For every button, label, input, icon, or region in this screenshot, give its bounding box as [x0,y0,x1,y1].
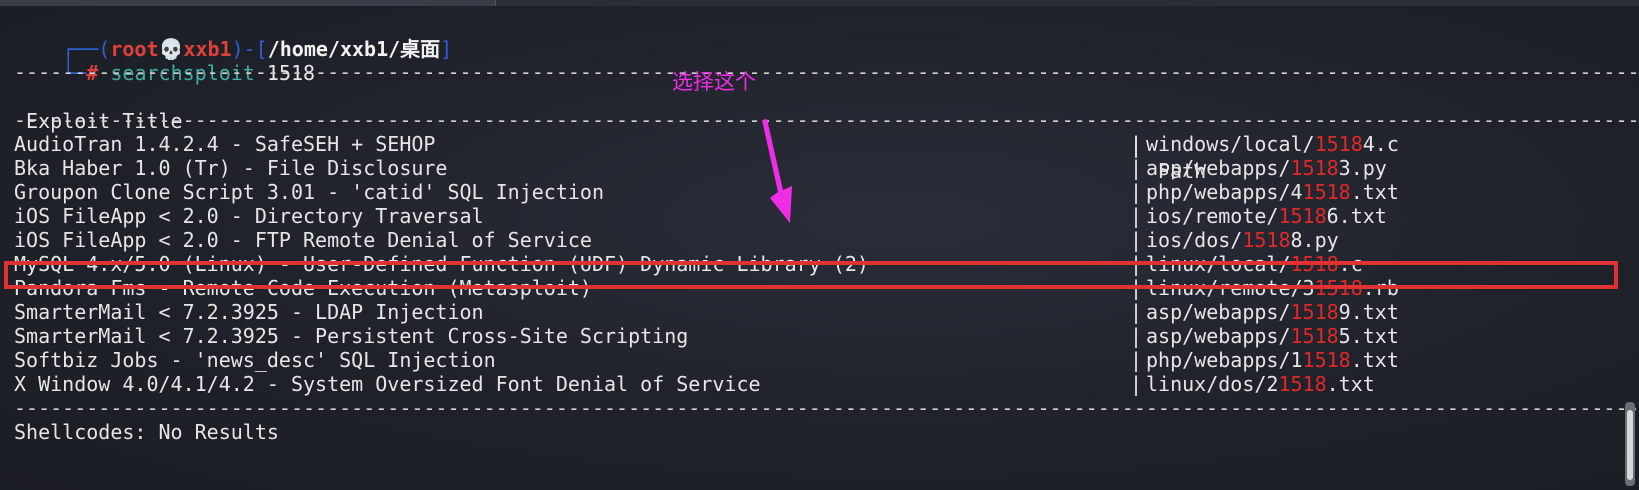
path-prefix: linux/dos/2 [1146,372,1279,396]
path-suffix: 5.txt [1338,324,1399,348]
search-match: 1518 [1302,180,1351,204]
exploit-path: asp/webapps/15185.txt [1146,324,1399,349]
exploit-path: ios/remote/15186.txt [1146,204,1387,229]
path-suffix: .txt [1326,372,1375,396]
tab-bar [0,0,1639,6]
table-row: iOS FileApp < 2.0 - FTP Remote Denial of… [0,228,1639,253]
terminal-window[interactable]: ┌──(root💀xxb1)-[/home/xxb1/桌面] └─# searc… [0,0,1639,490]
column-pipe: | [1130,180,1143,204]
column-pipe: | [1130,228,1143,252]
search-match: 1518 [1242,228,1291,252]
exploit-path: windows/local/15184.c [1146,132,1399,157]
table-row: Softbiz Jobs - 'news_desc' SQL Injection… [0,348,1639,373]
path-prefix: php/webapps/1 [1146,348,1303,372]
search-match: 1518 [1278,372,1327,396]
exploit-title: SmarterMail < 7.2.3925 - Persistent Cros… [14,324,689,348]
exploit-path: ios/dos/15188.py [1146,228,1339,253]
path-suffix: .txt [1350,180,1399,204]
separator-bottom: ----------------------------------------… [14,396,1639,420]
scrollbar-thumb[interactable] [1627,410,1633,480]
path-prefix: ios/dos/ [1146,228,1243,252]
exploit-title: AudioTran 1.4.2.4 - SafeSEH + SEHOP [14,132,436,156]
column-pipe: | [1130,300,1143,324]
search-match: 1518 [1290,156,1339,180]
command-line: └─# searchsploit 1518 [14,36,315,85]
search-match: 1518 [1314,132,1363,156]
exploit-path: asp/webapps/15183.py [1146,156,1387,181]
exploit-title: SmarterMail < 7.2.3925 - LDAP Injection [14,300,484,324]
column-pipe: | [1130,204,1143,228]
column-pipe: | [1130,372,1143,396]
path-prefix: asp/webapps/ [1146,156,1291,180]
exploit-path: linux/dos/21518.txt [1146,372,1375,397]
path-prefix: windows/local/ [1146,132,1315,156]
selection-highlight-box [4,261,1618,289]
column-pipe: | [1130,348,1143,372]
path-suffix: 8.py [1290,228,1339,252]
column-pipe: | [1130,156,1143,180]
path-suffix: 6.txt [1326,204,1387,228]
exploit-path: php/webapps/41518.txt [1146,180,1399,205]
search-match: 1518 [1290,300,1339,324]
path-prefix: asp/webapps/ [1146,300,1291,324]
path-suffix: .txt [1350,348,1399,372]
exploit-title: Softbiz Jobs - 'news_desc' SQL Injection [14,348,496,372]
annotation-arrow-icon [762,119,792,223]
exploit-title: Groupon Clone Script 3.01 - 'catid' SQL … [14,180,605,204]
annotation-label: 选择这个 [672,70,756,94]
table-row: SmarterMail < 7.2.3925 - Persistent Cros… [0,324,1639,349]
search-match: 1518 [1278,204,1327,228]
search-match: 1518 [1302,348,1351,372]
separator-header: ----------------------------------------… [14,108,1639,132]
path-suffix: 3.py [1338,156,1387,180]
column-pipe: | [1130,324,1143,348]
scrollbar[interactable] [1625,402,1635,486]
path-prefix: asp/webapps/ [1146,324,1291,348]
table-row: X Window 4.0/4.1/4.2 - System Oversized … [0,372,1639,397]
exploit-path: php/webapps/11518.txt [1146,348,1399,373]
search-match: 1518 [1290,324,1339,348]
column-pipe: | [1130,132,1143,156]
exploit-title: iOS FileApp < 2.0 - Directory Traversal [14,204,484,228]
shellcodes-result: Shellcodes: No Results [14,420,279,444]
table-header: Exploit Title | Path [0,84,1639,183]
terminal-tab[interactable] [0,0,496,6]
path-suffix: 4.c [1362,132,1399,156]
exploit-title: Bka Haber 1.0 (Tr) - File Disclosure [14,156,448,180]
path-suffix: 9.txt [1338,300,1399,324]
separator-top: ----------------------------------------… [14,60,1639,84]
prompt-close: ] [440,37,453,61]
prompt-line: ┌──(root💀xxb1)-[/home/xxb1/桌面] [14,12,452,61]
path-prefix: ios/remote/ [1146,204,1279,228]
table-row: SmarterMail < 7.2.3925 - LDAP Injection |… [0,300,1639,325]
exploit-path: asp/webapps/15189.txt [1146,300,1399,325]
exploit-title: X Window 4.0/4.1/4.2 - System Oversized … [14,372,761,396]
path-prefix: php/webapps/4 [1146,180,1303,204]
exploit-title: iOS FileApp < 2.0 - FTP Remote Denial of… [14,228,592,252]
